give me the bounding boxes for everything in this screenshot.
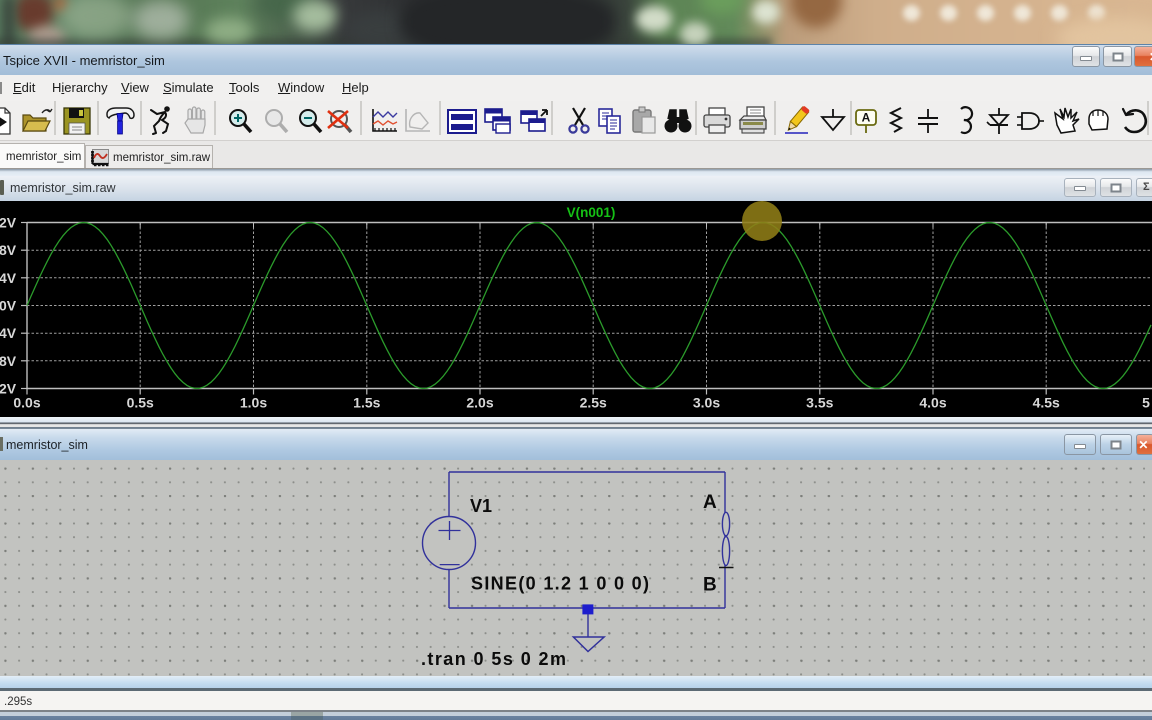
svg-text:2V: 2V <box>0 215 17 231</box>
svg-text:0V: 0V <box>0 298 17 314</box>
svg-text:2.0s: 2.0s <box>466 395 493 411</box>
svg-text:A: A <box>862 111 871 125</box>
svg-text:4.0s: 4.0s <box>919 395 946 411</box>
svg-text:.tran 0 5s 0 2m: .tran 0 5s 0 2m <box>421 649 566 669</box>
svg-text:8V: 8V <box>0 353 17 369</box>
svg-text:0.0s: 0.0s <box>13 395 40 411</box>
svg-text:1.5s: 1.5s <box>353 395 380 411</box>
svg-text:3.0s: 3.0s <box>693 395 720 411</box>
svg-text:8V: 8V <box>0 242 17 258</box>
svg-text:5: 5 <box>1142 395 1150 411</box>
svg-text:4V: 4V <box>0 270 17 286</box>
svg-text:SINE(0 1.2 1 0 0 0): SINE(0 1.2 1 0 0 0) <box>471 574 649 594</box>
svg-text:4V: 4V <box>0 325 17 341</box>
svg-text:4.5s: 4.5s <box>1033 395 1060 411</box>
svg-text:B: B <box>703 575 717 596</box>
svg-text:V(n001): V(n001) <box>567 205 616 220</box>
svg-text:V1: V1 <box>470 496 492 516</box>
svg-text:2.5s: 2.5s <box>580 395 607 411</box>
svg-text:A: A <box>703 492 717 513</box>
svg-text:1.0s: 1.0s <box>240 395 267 411</box>
svg-text:3.5s: 3.5s <box>806 395 833 411</box>
svg-text:0.5s: 0.5s <box>127 395 154 411</box>
